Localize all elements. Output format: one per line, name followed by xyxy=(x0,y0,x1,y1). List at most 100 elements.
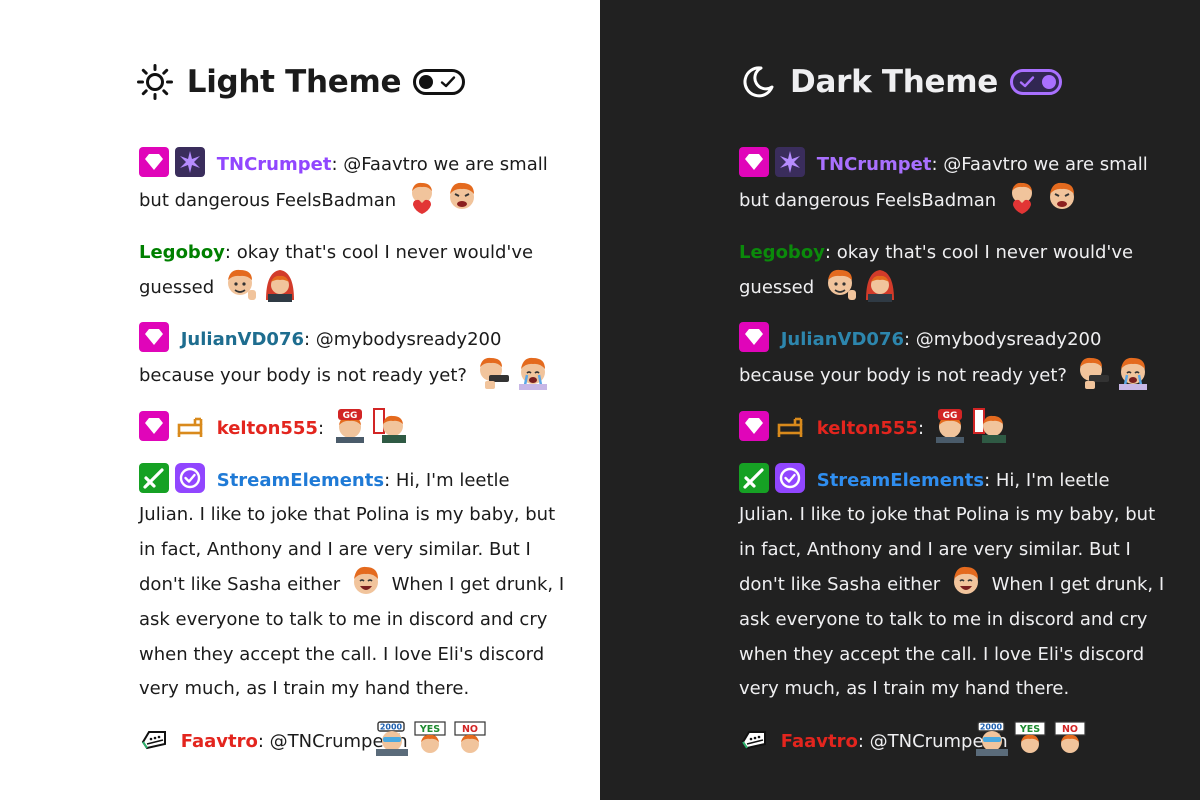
keyboard-badge-icon xyxy=(739,724,769,754)
theme-comparison: Light Theme TNCrumpet: @Faavtro we are s… xyxy=(0,0,1200,800)
chat-separator: : xyxy=(224,241,237,263)
chat-separator: : xyxy=(304,329,316,350)
no-emote-icon: NO xyxy=(1052,720,1088,756)
chat-message: JulianVD076: @mybodysready200 because yo… xyxy=(739,322,1169,394)
chat-separator: : xyxy=(904,329,916,350)
moon-icon xyxy=(738,62,778,102)
gun-emote-icon xyxy=(475,354,511,390)
chat-username[interactable]: StreamElements xyxy=(817,470,984,491)
svg-text:GG: GG xyxy=(342,411,357,421)
laugh-emote-icon xyxy=(948,563,984,599)
sign-emote-icon xyxy=(372,407,408,443)
chat-username[interactable]: StreamElements xyxy=(217,470,384,491)
heart-emote-icon xyxy=(1004,179,1040,215)
2000-emote-icon: 2000 xyxy=(972,720,1008,756)
svg-text:2000: 2000 xyxy=(380,722,403,731)
gun-emote-icon xyxy=(1075,354,1111,390)
chat-message: JulianVD076: @mybodysready200 because yo… xyxy=(139,322,569,394)
svg-text:YES: YES xyxy=(1019,724,1040,735)
svg-text:NO: NO xyxy=(1062,724,1078,735)
keyboard-badge-icon xyxy=(139,724,169,754)
sword-badge-icon xyxy=(739,462,769,493)
svg-text:NO: NO xyxy=(462,724,478,735)
check-icon xyxy=(1019,74,1035,94)
chat-username[interactable]: Faavtro xyxy=(181,731,258,752)
toggle-knob xyxy=(1041,75,1056,89)
chat-separator: : xyxy=(917,417,930,439)
chat-separator: : xyxy=(984,469,996,491)
verified-badge-icon xyxy=(775,462,805,493)
chat-username[interactable]: Legoboy xyxy=(139,242,225,263)
chat-message: StreamElements: Hi, I'm leetle Julian. I… xyxy=(739,462,1169,707)
yes-emote-icon: YES xyxy=(1012,720,1048,756)
bed-badge-icon xyxy=(775,411,805,441)
sword-badge-icon xyxy=(139,462,169,493)
chat-message: Faavtro: @TNCrumpet h 2000 YES NO xyxy=(139,720,569,760)
gem-badge-icon xyxy=(139,147,169,177)
sparkle-badge-icon xyxy=(775,147,805,177)
theme-toggle[interactable] xyxy=(1009,69,1062,95)
toggle-knob xyxy=(419,75,434,89)
heart-emote-icon xyxy=(404,179,440,215)
hood-emote-icon xyxy=(862,266,898,302)
chat-message: StreamElements: Hi, I'm leetle Julian. I… xyxy=(139,462,569,707)
no-emote-icon: NO xyxy=(452,720,488,756)
chat-separator: : xyxy=(331,154,344,175)
sign-emote-icon xyxy=(972,407,1008,443)
check-icon xyxy=(440,74,456,94)
svg-text:YES: YES xyxy=(419,724,440,735)
verified-badge-icon xyxy=(175,462,205,493)
gem-badge-icon xyxy=(139,322,169,352)
gem-badge-icon xyxy=(139,410,169,441)
chat-username[interactable]: TNCrumpet xyxy=(217,154,332,175)
chat-message: TNCrumpet: @Faavtro we are small but dan… xyxy=(139,147,569,219)
chat-username[interactable]: TNCrumpet xyxy=(817,154,932,175)
sparkle-badge-icon xyxy=(175,147,205,177)
yes-emote-icon: YES xyxy=(412,720,448,756)
chat-log: TNCrumpet: @Faavtro we are small but dan… xyxy=(139,147,569,777)
wave-emote-icon xyxy=(822,266,858,302)
hood-emote-icon xyxy=(262,266,298,302)
chat-separator: : xyxy=(384,469,396,491)
chat-username[interactable]: JulianVD076 xyxy=(781,329,904,350)
page-title: Dark Theme xyxy=(790,64,998,100)
page-title: Light Theme xyxy=(186,64,402,100)
svg-text:2000: 2000 xyxy=(980,722,1003,731)
chat-message: Legoboy: okay that's cool I never would'… xyxy=(139,236,569,307)
chat-message: Faavtro: @TNCrumpet h 2000 YES NO xyxy=(739,720,1169,760)
chat-message: Legoboy: okay that's cool I never would'… xyxy=(739,236,1169,307)
chat-username[interactable]: Legoboy xyxy=(739,242,825,263)
theme-toggle[interactable] xyxy=(413,69,466,95)
svg-text:GG: GG xyxy=(942,411,957,421)
bed-badge-icon xyxy=(175,411,205,441)
dark-theme-panel: Dark Theme TNCrumpet: @Faavtro we are sm… xyxy=(600,0,1200,800)
chat-separator: : xyxy=(857,730,870,752)
chat-message: kelton555: GG xyxy=(139,407,569,447)
cry-emote-icon xyxy=(1115,354,1151,390)
dark-theme-header: Dark Theme xyxy=(600,58,1200,106)
light-theme-panel: Light Theme TNCrumpet: @Faavtro we are s… xyxy=(0,0,600,800)
chat-separator: : xyxy=(317,417,330,439)
gem-badge-icon xyxy=(739,410,769,441)
chat-message: kelton555: GG xyxy=(739,407,1169,447)
chat-username[interactable]: kelton555 xyxy=(817,418,918,439)
chat-username[interactable]: Faavtro xyxy=(781,731,858,752)
chat-separator: : xyxy=(931,154,944,175)
chat-separator: : xyxy=(257,730,270,752)
angry-emote-icon xyxy=(444,179,480,215)
chat-message: TNCrumpet: @Faavtro we are small but dan… xyxy=(739,147,1169,219)
chat-username[interactable]: kelton555 xyxy=(217,418,318,439)
chat-log: TNCrumpet: @Faavtro we are small but dan… xyxy=(739,147,1169,777)
angry-emote-icon xyxy=(1044,179,1080,215)
light-theme-header: Light Theme xyxy=(0,58,600,106)
gg-emote-icon: GG xyxy=(332,407,368,443)
sun-icon xyxy=(135,62,175,102)
cry-emote-icon xyxy=(515,354,551,390)
wave-emote-icon xyxy=(222,266,258,302)
laugh-emote-icon xyxy=(348,563,384,599)
chat-separator: : xyxy=(824,241,837,263)
gg-emote-icon: GG xyxy=(932,407,968,443)
2000-emote-icon: 2000 xyxy=(372,720,408,756)
chat-username[interactable]: JulianVD076 xyxy=(181,329,304,350)
gem-badge-icon xyxy=(739,147,769,177)
